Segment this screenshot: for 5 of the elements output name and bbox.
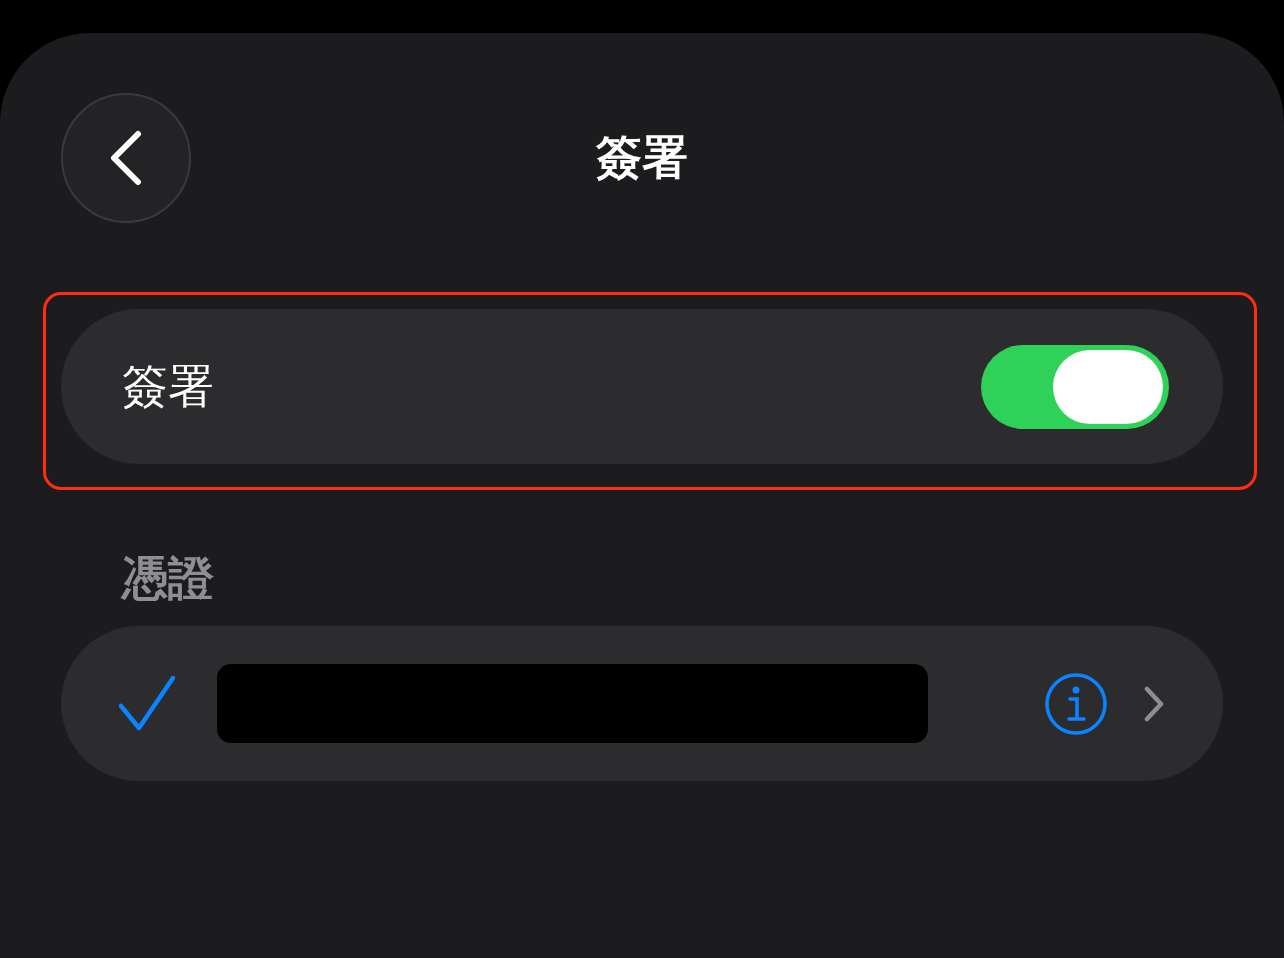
section-header: 憑證 [122,550,215,606]
info-icon[interactable] [1045,672,1107,735]
page-title: 簽署 [596,129,688,186]
chevron-right-icon [1143,685,1165,722]
row-label: 簽署 [122,357,215,415]
